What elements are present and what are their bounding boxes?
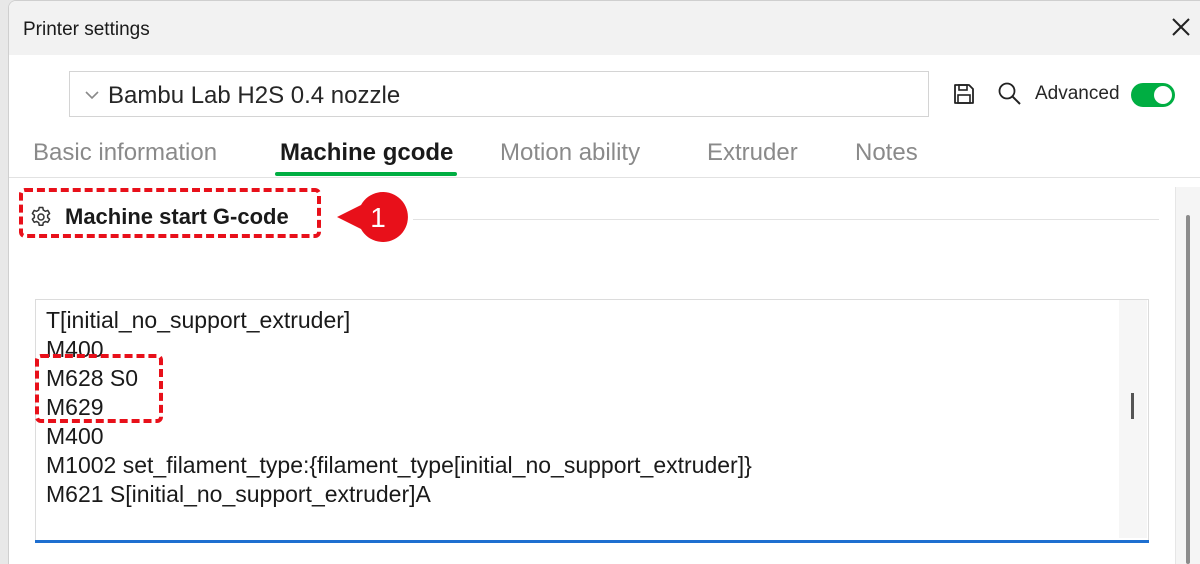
annotation-callout-number: 1 (370, 202, 386, 233)
tab-notes[interactable]: Notes (855, 139, 918, 167)
advanced-toggle[interactable] (1131, 83, 1175, 107)
annotation-highlight-section (19, 188, 321, 238)
code-line: T[initial_no_support_extruder] (46, 307, 351, 333)
active-tab-indicator (275, 172, 457, 176)
section-divider (413, 219, 1159, 220)
window-title: Printer settings (23, 19, 150, 40)
close-icon[interactable] (1167, 13, 1195, 41)
page-scrollbar-thumb[interactable] (1186, 215, 1190, 564)
advanced-label: Advanced (1035, 83, 1120, 104)
printer-settings-window: Printer settings Bambu Lab H2S 0.4 nozzl… (8, 0, 1200, 564)
editor-scrollbar-track[interactable] (1119, 300, 1147, 538)
search-icon[interactable] (997, 81, 1023, 107)
tab-machine-gcode[interactable]: Machine gcode (280, 139, 453, 167)
tab-basic-information[interactable]: Basic information (33, 139, 217, 167)
tab-extruder[interactable]: Extruder (707, 139, 798, 167)
chevron-down-icon (85, 91, 99, 100)
save-icon[interactable] (953, 83, 975, 105)
code-line: M1002 set_filament_type:{filament_type[i… (46, 452, 752, 478)
editor-focus-underline (35, 540, 1149, 543)
preset-value: Bambu Lab H2S 0.4 nozzle (108, 82, 401, 109)
printer-preset-dropdown[interactable]: Bambu Lab H2S 0.4 nozzle (69, 71, 929, 117)
tab-motion-ability[interactable]: Motion ability (500, 139, 640, 167)
title-bar: Printer settings (9, 1, 1200, 55)
tab-bar: Basic information Machine gcode Motion a… (9, 131, 1200, 178)
editor-scrollbar-thumb[interactable] (1131, 393, 1134, 419)
annotation-highlight-code (35, 354, 163, 423)
code-line: M400 (46, 423, 104, 449)
code-line: M621 S[initial_no_support_extruder]A (46, 481, 431, 507)
toggle-knob (1154, 86, 1172, 104)
